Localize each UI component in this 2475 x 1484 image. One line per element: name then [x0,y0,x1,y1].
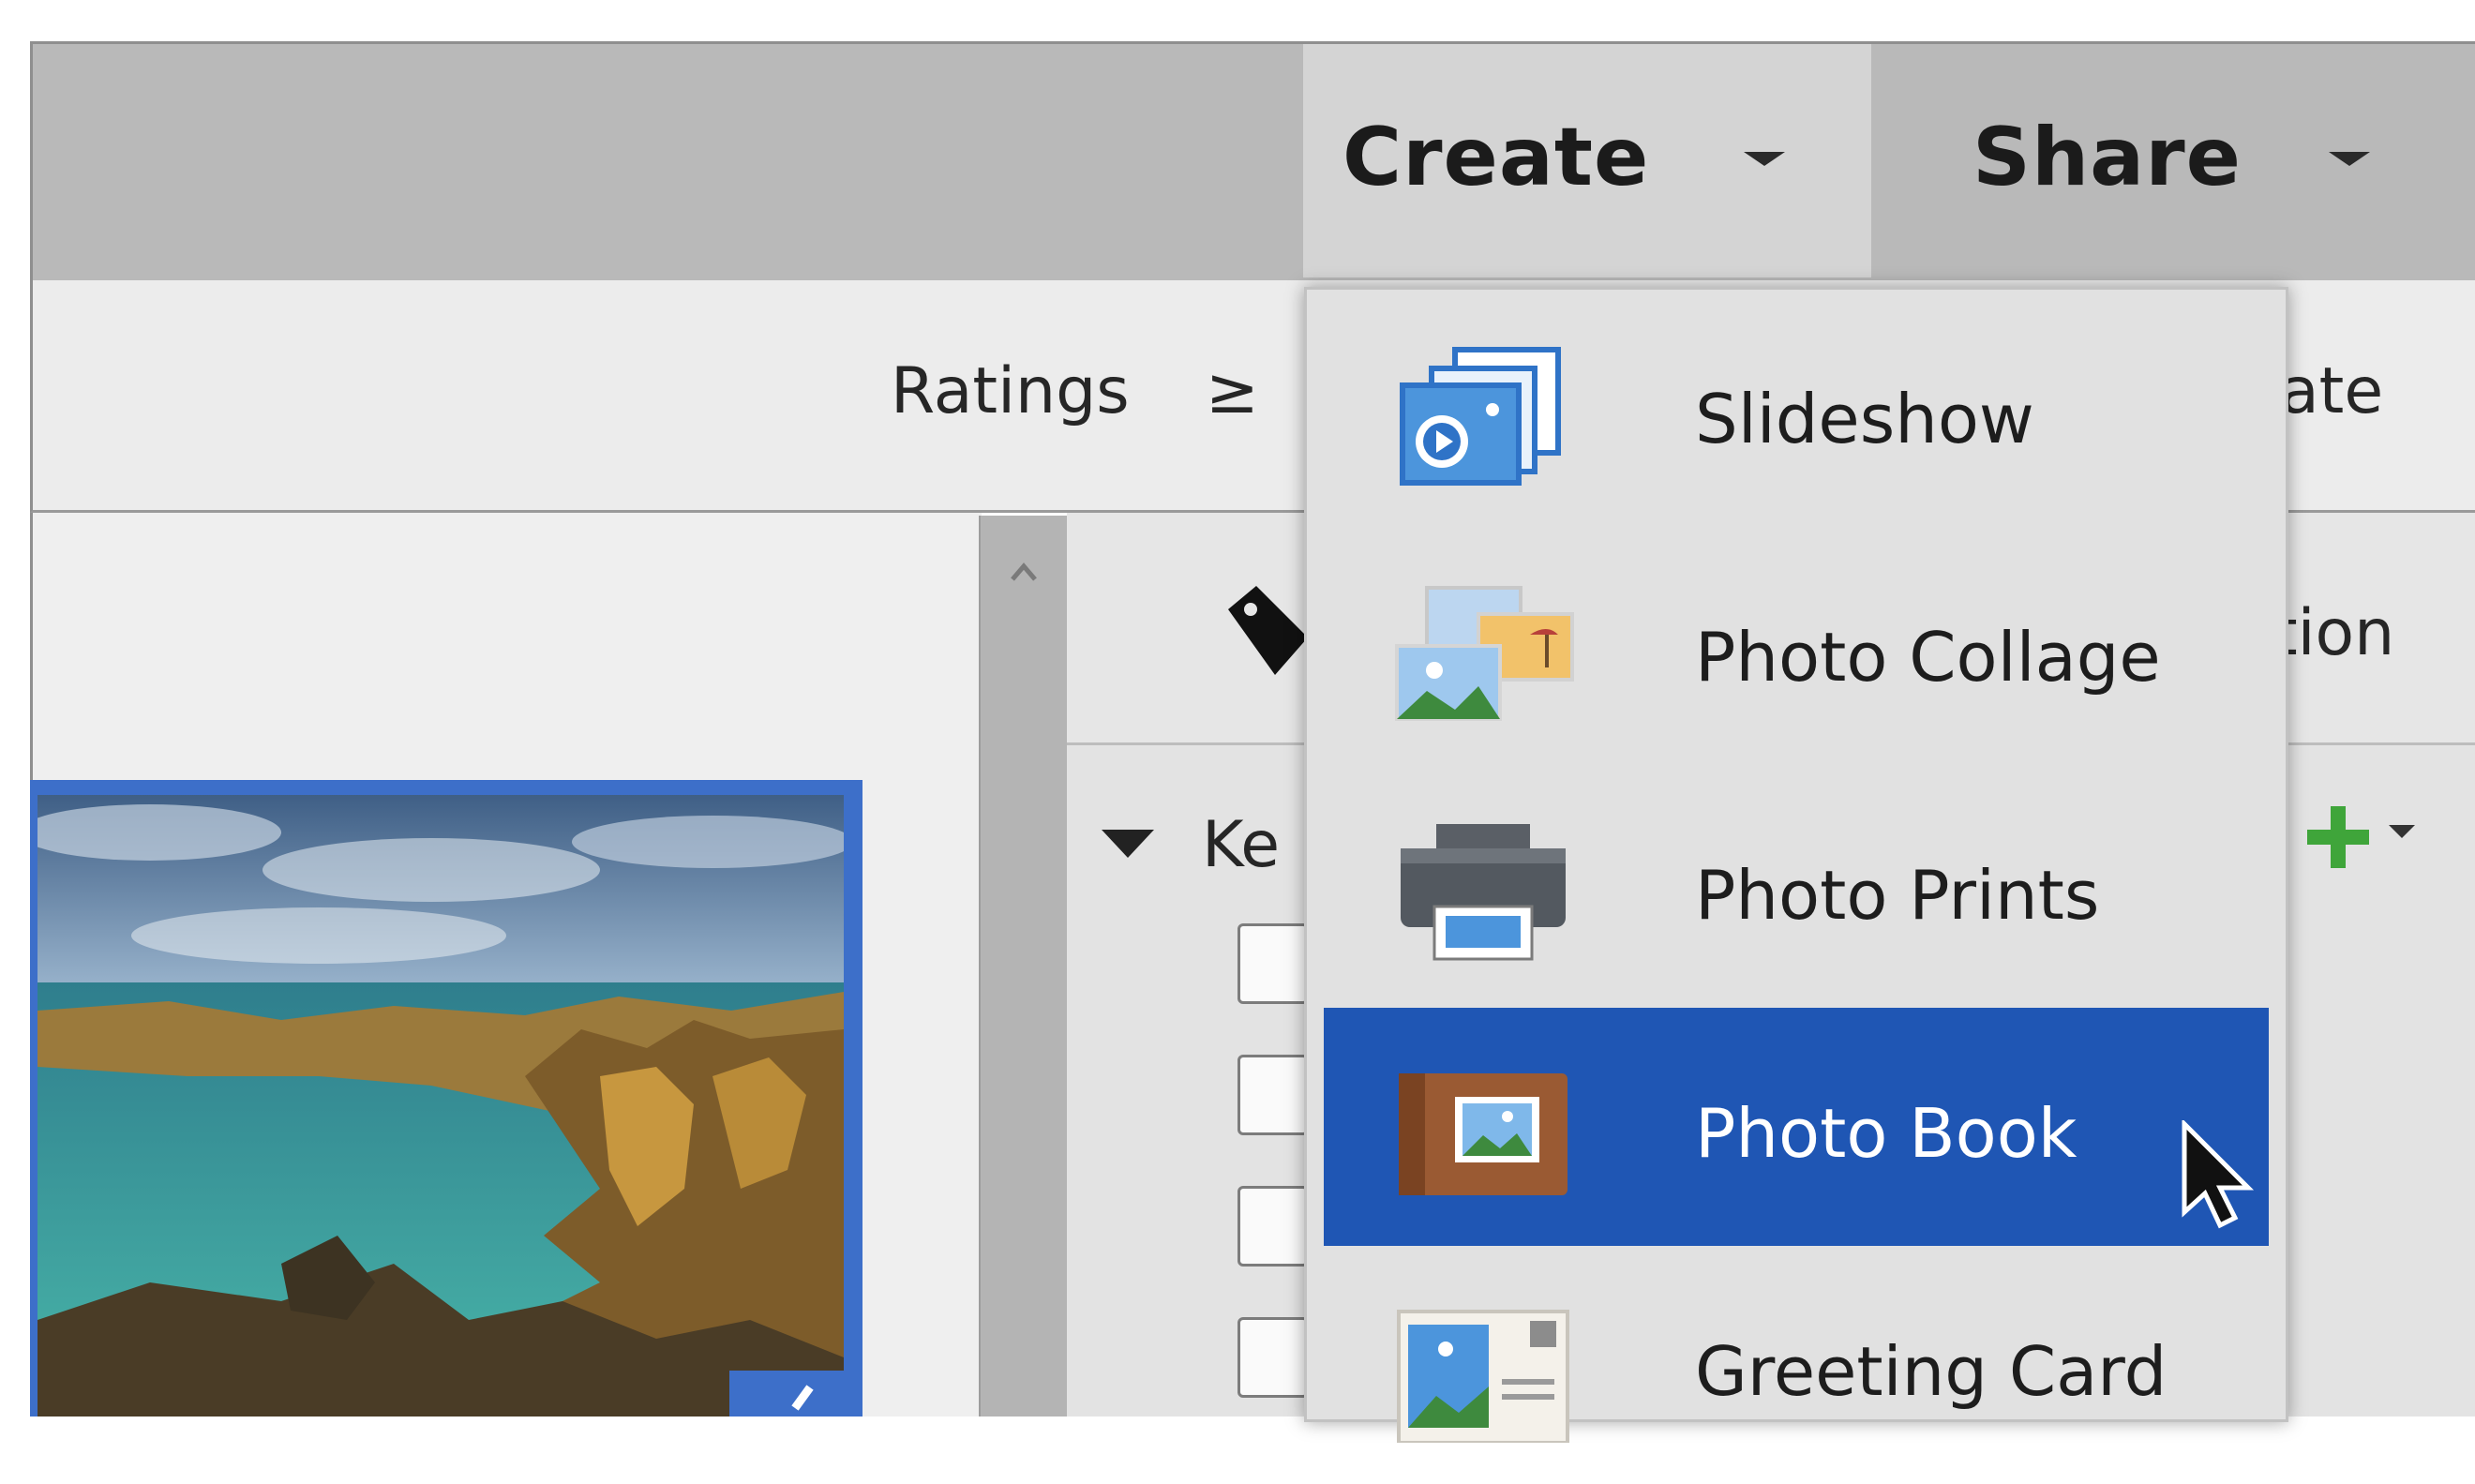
create-tab-label: Create [1342,111,1650,204]
share-chevron-down-icon[interactable] [2329,152,2370,166]
keyword-checkbox[interactable] [1238,923,1309,1004]
keyword-checkbox[interactable] [1238,1317,1309,1398]
vertical-scrollbar[interactable] [979,516,1069,1417]
tag-icon[interactable] [1219,581,1312,684]
menu-item-photo-collage[interactable]: Photo Collage [1324,532,2269,770]
photo-book-icon [1399,1073,1568,1195]
checkmark-icon [791,1385,814,1411]
menu-item-label: Photo Book [1695,1094,2078,1173]
keywords-heading: Ke [1202,808,1281,882]
date-filter-label[interactable]: ate [2280,354,2383,428]
menu-item-greeting-card[interactable]: Greeting Card [1324,1246,2269,1484]
menu-item-label: Greeting Card [1695,1332,2168,1411]
create-dropdown-menu: Slideshow Photo Collage Photo Prints Pho… [1304,287,2288,1443]
printer-icon [1401,824,1566,961]
create-chevron-down-icon[interactable] [1744,152,1785,166]
ratings-label: Ratings [891,354,1130,428]
menu-item-label: Photo Collage [1695,618,2161,697]
greeting-card-icon [1397,1310,1569,1443]
photo-thumbnail[interactable] [38,795,844,1417]
share-tab-label: Share [1972,111,2242,204]
menu-item-photo-book[interactable]: Photo Book [1324,1008,2269,1246]
menu-item-label: Slideshow [1695,380,2034,458]
panel-tab-label[interactable]: tion [2272,596,2394,670]
scroll-up-icon[interactable] [981,534,1067,600]
selected-check-badge[interactable] [729,1371,851,1417]
slideshow-icon [1400,347,1561,486]
add-keyword-icon[interactable] [2304,799,2426,874]
photo-collage-icon [1395,586,1574,721]
keyword-checkbox[interactable] [1238,1055,1309,1135]
menu-item-photo-prints[interactable]: Photo Prints [1324,770,2269,1008]
menu-item-slideshow[interactable]: Slideshow [1324,293,2269,532]
ratings-operator[interactable]: ≥ [1206,354,1259,428]
mouse-cursor-icon [2182,1120,2255,1229]
collapse-triangle-icon[interactable] [1102,830,1154,858]
menu-item-label: Photo Prints [1695,856,2100,935]
keyword-checkbox[interactable] [1238,1186,1309,1267]
